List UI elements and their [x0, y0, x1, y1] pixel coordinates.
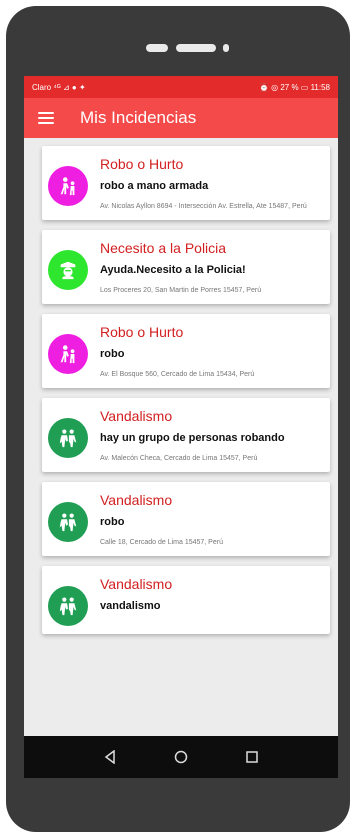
- incident-address: Av. Nicolas Ayllon 8694 - Intersección A…: [100, 203, 307, 210]
- incident-category: Vandalismo: [100, 408, 173, 424]
- incident-category: Robo o Hurto: [100, 324, 184, 340]
- app-bar: Mis Incidencias: [24, 98, 338, 138]
- vandalism-icon: [48, 418, 88, 458]
- incident-card[interactable]: Robo o Hurto robo Av. El Bosque 560, Cer…: [42, 314, 330, 388]
- incident-card[interactable]: Necesito a la Policia Ayuda.Necesito a l…: [42, 230, 330, 304]
- incident-card[interactable]: Robo o Hurto robo a mano armada Av. Nico…: [42, 146, 330, 220]
- incident-description: hay un grupo de personas robando: [100, 432, 285, 444]
- incident-card[interactable]: Vandalismo hay un grupo de personas roba…: [42, 398, 330, 472]
- incident-category: Vandalismo: [100, 492, 173, 508]
- police-icon: [48, 250, 88, 290]
- status-bar: Claro ﻿⁴ᴳ ⊿ ● ✦ ⏰ ◎ 27 % ▭ 11:58: [24, 76, 338, 98]
- vandalism-icon: [48, 586, 88, 626]
- vandalism-icon: [48, 502, 88, 542]
- status-left: Claro ﻿⁴ᴳ ⊿ ● ✦: [32, 82, 86, 92]
- front-camera: [146, 44, 168, 52]
- page-title: Mis Incidencias: [80, 108, 197, 127]
- recents-icon[interactable]: [245, 750, 259, 764]
- hamburger-menu-icon[interactable]: [38, 112, 54, 124]
- back-icon[interactable]: [103, 750, 117, 764]
- incident-description: robo: [100, 348, 125, 360]
- system-nav-bar: [24, 736, 338, 778]
- incident-address: Calle 18, Cercado de Lima 15457, Perú: [100, 539, 223, 546]
- incident-category: Vandalismo: [100, 576, 173, 592]
- incident-category: Robo o Hurto: [100, 156, 184, 172]
- status-right: ⏰ ◎ 27 % ▭ 11:58: [258, 82, 330, 92]
- sensor: [223, 44, 229, 52]
- robbery-icon: [48, 334, 88, 374]
- robbery-icon: [48, 166, 88, 206]
- incident-address: Av. El Bosque 560, Cercado de Lima 15434…: [100, 371, 255, 378]
- incident-description: vandalismo: [100, 600, 161, 612]
- incident-list: Robo o Hurto robo a mano armada Av. Nico…: [24, 138, 338, 634]
- phone-frame: Claro ﻿⁴ᴳ ⊿ ● ✦ ⏰ ◎ 27 % ▭ 11:58 Mis Inc…: [6, 6, 350, 832]
- incident-category: Necesito a la Policia: [100, 240, 227, 256]
- incident-card[interactable]: Vandalismo vandalismo: [42, 566, 330, 634]
- screen: Claro ﻿⁴ᴳ ⊿ ● ✦ ⏰ ◎ 27 % ▭ 11:58 Mis Inc…: [24, 76, 338, 778]
- incident-description: robo a mano armada: [100, 180, 209, 192]
- home-icon[interactable]: [174, 750, 188, 764]
- incident-card[interactable]: Vandalismo robo Calle 18, Cercado de Lim…: [42, 482, 330, 556]
- incident-address: Av. Malecón Checa, Cercado de Lima 15457…: [100, 455, 258, 462]
- incident-description: Ayuda.Necesito a la Policia!: [100, 264, 246, 276]
- earpiece-speaker: [176, 44, 216, 52]
- incident-address: Los Proceres 20, San Martin de Porres 15…: [100, 287, 262, 294]
- incident-description: robo: [100, 516, 125, 528]
